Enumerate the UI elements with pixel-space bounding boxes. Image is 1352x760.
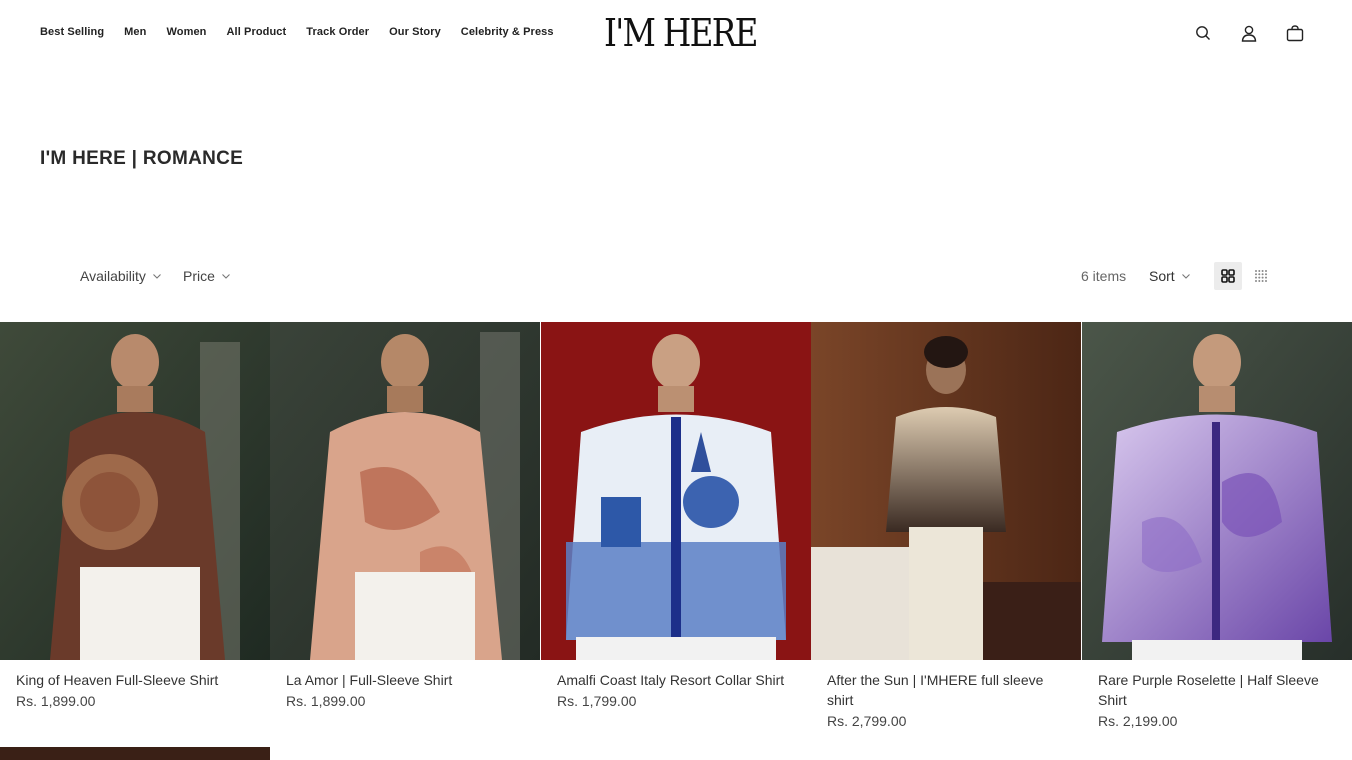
- product-name[interactable]: Rare Purple Roselette | Half Sleeve Shir…: [1098, 670, 1336, 710]
- chevron-down-icon: [153, 274, 161, 279]
- chevron-down-icon: [1181, 274, 1190, 279]
- product-image[interactable]: [0, 322, 270, 660]
- product-price: Rs. 1,799.00: [557, 693, 637, 709]
- nav-celebrity-press[interactable]: Celebrity & Press: [461, 26, 554, 38]
- product-card[interactable]: La Amor | Full-Sleeve Shirt Rs. 1,899.00: [270, 322, 540, 709]
- product-name[interactable]: After the Sun | I'MHERE full sleeve shir…: [827, 670, 1065, 710]
- filter-price-label: Price: [183, 268, 215, 284]
- next-row-product-image[interactable]: [0, 747, 270, 760]
- filter-availability[interactable]: Availability: [80, 268, 162, 284]
- grid-small-view-button[interactable]: [1247, 262, 1275, 290]
- nav-our-story[interactable]: Our Story: [389, 26, 441, 38]
- grid-large-view-button[interactable]: [1214, 262, 1242, 290]
- product-image[interactable]: [541, 322, 811, 660]
- chevron-down-icon: [222, 274, 230, 279]
- product-image[interactable]: [1082, 322, 1352, 660]
- product-price: Rs. 2,799.00: [827, 713, 907, 729]
- product-card[interactable]: King of Heaven Full-Sleeve Shirt Rs. 1,8…: [0, 322, 270, 709]
- product-image[interactable]: [270, 322, 540, 660]
- product-name[interactable]: La Amor | Full-Sleeve Shirt: [286, 670, 524, 690]
- product-image[interactable]: [811, 322, 1081, 660]
- product-card[interactable]: Rare Purple Roselette | Half Sleeve Shir…: [1082, 322, 1352, 729]
- product-name[interactable]: King of Heaven Full-Sleeve Shirt: [16, 670, 254, 690]
- product-price: Rs. 1,899.00: [16, 693, 96, 709]
- collection-toolbar: Availability Price 6 items Sort: [0, 262, 1352, 292]
- product-name[interactable]: Amalfi Coast Italy Resort Collar Shirt: [557, 670, 795, 690]
- grid-large-icon: [1221, 269, 1235, 283]
- search-icon[interactable]: [1192, 22, 1214, 44]
- main-nav: Best Selling Men Women All Product Track…: [40, 26, 554, 38]
- nav-best-selling[interactable]: Best Selling: [40, 26, 104, 38]
- nav-track-order[interactable]: Track Order: [306, 26, 369, 38]
- product-price: Rs. 2,199.00: [1098, 713, 1178, 729]
- nav-men[interactable]: Men: [124, 26, 146, 38]
- sort-dropdown[interactable]: Sort: [1149, 268, 1191, 284]
- grid-small-icon: [1255, 270, 1267, 282]
- brand-logo[interactable]: I'M HERE: [604, 12, 759, 54]
- cart-icon[interactable]: [1284, 22, 1306, 44]
- product-card[interactable]: Amalfi Coast Italy Resort Collar Shirt R…: [541, 322, 811, 709]
- filter-price[interactable]: Price: [183, 268, 231, 284]
- filter-availability-label: Availability: [80, 268, 146, 284]
- product-price: Rs. 1,899.00: [286, 693, 366, 709]
- sort-label: Sort: [1149, 268, 1175, 284]
- nav-all-product[interactable]: All Product: [227, 26, 287, 38]
- nav-women[interactable]: Women: [166, 26, 206, 38]
- account-icon[interactable]: [1238, 22, 1260, 44]
- site-header: Best Selling Men Women All Product Track…: [0, 0, 1352, 66]
- product-count: 6 items: [1081, 268, 1127, 284]
- header-actions: [1192, 22, 1306, 44]
- product-card[interactable]: After the Sun | I'MHERE full sleeve shir…: [811, 322, 1081, 729]
- collection-title: I'M HERE | ROMANCE: [40, 148, 244, 169]
